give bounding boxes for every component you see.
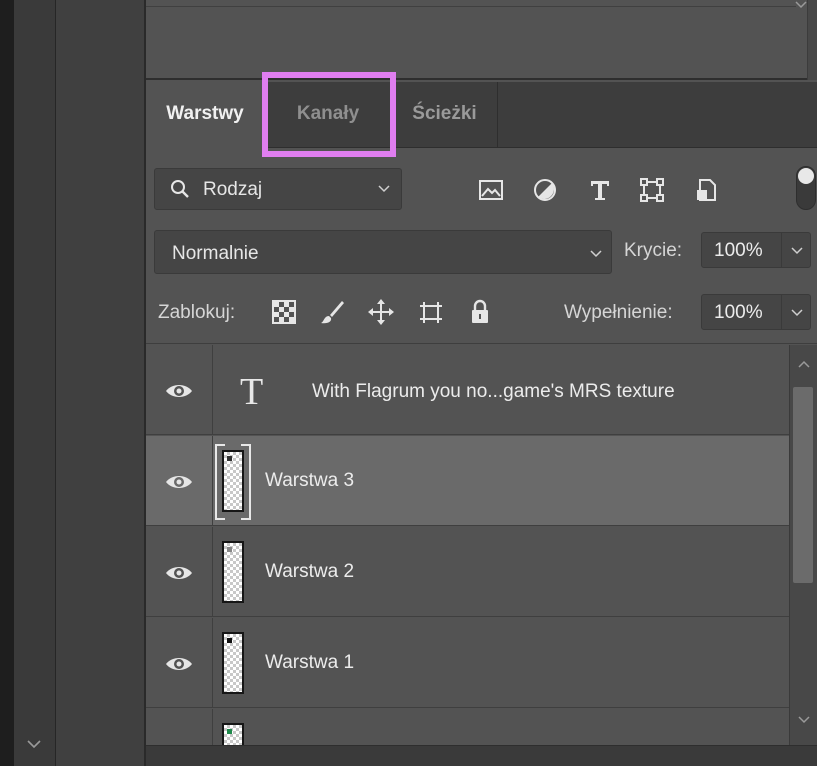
layers-list: T With Flagrum you no...game's MRS textu… bbox=[146, 345, 789, 766]
layer-thumbnail bbox=[222, 541, 244, 603]
opacity-value: 100% bbox=[714, 240, 763, 261]
blend-mode-label: Normalnie bbox=[172, 243, 259, 264]
layer-row[interactable]: Warstwa 3 bbox=[146, 436, 789, 526]
eye-icon[interactable] bbox=[164, 381, 194, 401]
layer-name: Warstwa 1 bbox=[265, 652, 355, 673]
chevron-down-icon[interactable] bbox=[790, 306, 804, 320]
scrollbar-thumb[interactable] bbox=[793, 387, 813, 583]
panel-footer bbox=[146, 745, 817, 766]
layer-row[interactable]: Warstwa 1 bbox=[146, 618, 789, 708]
chevron-down-icon bbox=[590, 250, 602, 258]
layers-panel: Warstwy Kanały Ścieżki Rodzaj Normalnie … bbox=[146, 0, 817, 766]
smart-object-filter-icon[interactable] bbox=[692, 176, 720, 204]
lock-image-pixels-icon[interactable] bbox=[318, 298, 346, 326]
filter-label: Rodzaj bbox=[203, 179, 263, 200]
chevron-down-icon[interactable] bbox=[793, 0, 809, 13]
lock-artboard-icon[interactable] bbox=[417, 298, 445, 326]
layer-filter-dropdown[interactable]: Rodzaj bbox=[154, 168, 402, 210]
panel-tab-bar: Warstwy Kanały Ścieżki bbox=[146, 82, 817, 201]
layers-scrollbar[interactable] bbox=[789, 345, 817, 766]
image-filter-icon[interactable] bbox=[477, 176, 505, 204]
adjustment-filter-icon[interactable] bbox=[531, 176, 559, 204]
lock-all-icon[interactable] bbox=[466, 298, 494, 326]
tab-layers[interactable]: Warstwy bbox=[146, 82, 264, 148]
fill-value: 100% bbox=[714, 302, 763, 323]
tab-paths[interactable]: Ścieżki bbox=[392, 82, 498, 148]
fill-label: Wypełnienie: bbox=[564, 302, 673, 323]
lock-label: Zablokuj: bbox=[158, 302, 236, 323]
panel-gap bbox=[56, 0, 146, 766]
upper-panel-area bbox=[146, 0, 817, 80]
chevron-down-icon[interactable] bbox=[24, 734, 44, 754]
layer-thumbnail bbox=[222, 632, 244, 694]
layer-row[interactable]: T With Flagrum you no...game's MRS textu… bbox=[146, 345, 789, 435]
chevron-up-icon[interactable] bbox=[797, 357, 811, 371]
shape-filter-icon[interactable] bbox=[638, 176, 666, 204]
filter-toggle[interactable] bbox=[796, 166, 816, 210]
opacity-label: Krycie: bbox=[624, 240, 683, 261]
blend-mode-dropdown[interactable]: Normalnie bbox=[154, 230, 612, 274]
left-edge-strip bbox=[0, 0, 14, 766]
layer-name: Warstwa 2 bbox=[265, 561, 355, 582]
eye-icon[interactable] bbox=[164, 472, 194, 492]
blend-row: Normalnie Krycie: 100% bbox=[146, 226, 817, 282]
chevron-down-icon bbox=[378, 185, 390, 193]
fill-field[interactable]: 100% bbox=[701, 294, 811, 330]
search-icon bbox=[171, 180, 189, 198]
lock-position-icon[interactable] bbox=[367, 298, 395, 326]
layer-name: With Flagrum you no...game's MRS texture bbox=[312, 381, 675, 402]
eye-icon[interactable] bbox=[164, 654, 194, 674]
lock-transparent-pixels-icon[interactable] bbox=[270, 298, 298, 326]
opacity-field[interactable]: 100% bbox=[701, 232, 811, 268]
layer-row[interactable]: Warstwa 2 bbox=[146, 527, 789, 617]
layer-thumbnail bbox=[222, 450, 244, 512]
chevron-down-icon[interactable] bbox=[790, 244, 804, 258]
lock-row: Zablokuj: Wypełnienie: 100% bbox=[146, 282, 817, 344]
tab-channels[interactable]: Kanały bbox=[264, 82, 392, 148]
text-layer-icon: T bbox=[240, 371, 264, 413]
type-filter-icon[interactable] bbox=[586, 176, 614, 204]
chevron-down-icon[interactable] bbox=[797, 713, 811, 727]
layer-name: Warstwa 3 bbox=[265, 470, 355, 491]
eye-icon[interactable] bbox=[164, 563, 194, 583]
divider bbox=[146, 6, 796, 7]
filter-row: Rodzaj bbox=[146, 148, 817, 226]
left-tool-panel bbox=[14, 0, 56, 766]
